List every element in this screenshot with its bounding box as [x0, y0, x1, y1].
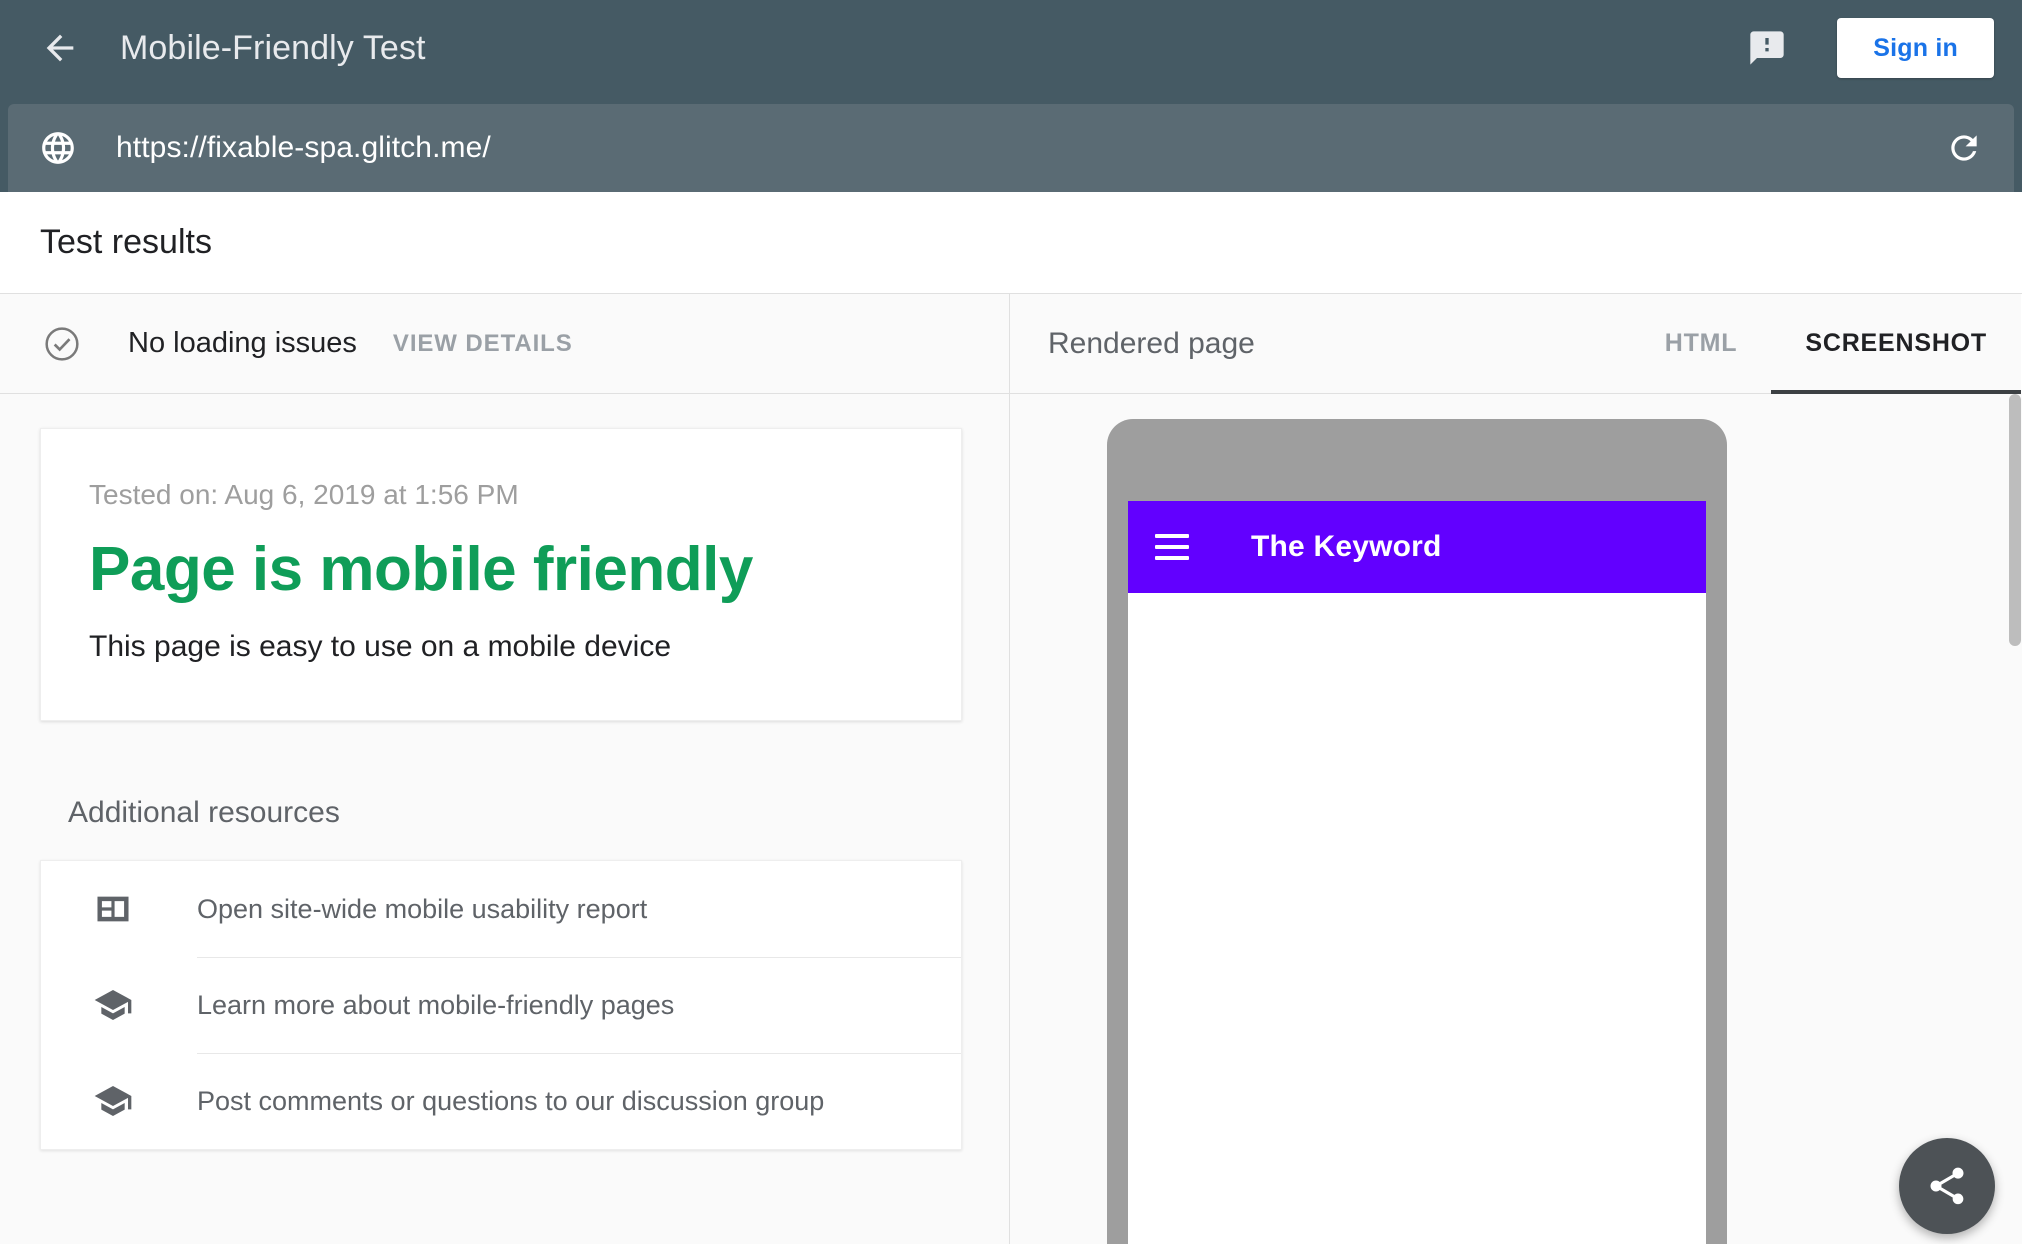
additional-resources-list: Open site-wide mobile usability report L… [40, 860, 962, 1150]
verdict-headline: Page is mobile friendly [89, 535, 753, 604]
phone-preview-area: The Keyword [1010, 394, 2021, 1244]
app-bar: Mobile-Friendly Test Sign in [0, 0, 2022, 96]
list-item-label: Learn more about mobile-friendly pages [197, 990, 675, 1020]
check-circle-icon [40, 322, 84, 366]
feedback-icon [1750, 31, 1784, 65]
sign-in-button[interactable]: Sign in [1837, 18, 1994, 78]
results-panel: No loading issues VIEW DETAILS Tested on… [0, 294, 1010, 1244]
verdict-subtext: This page is easy to use on a mobile dev… [89, 630, 671, 664]
rendered-page-label: Rendered page [1048, 326, 1255, 360]
list-item-label: Open site-wide mobile usability report [197, 893, 648, 924]
phone-frame: The Keyword [1107, 419, 1727, 1244]
tab-html[interactable]: HTML [1631, 294, 1772, 394]
share-icon [1930, 1167, 1964, 1205]
loading-status-row: No loading issues VIEW DETAILS [0, 294, 1009, 394]
list-item-label-wrap: Open site-wide mobile usability report [197, 861, 961, 957]
loading-status-label: No loading issues [128, 327, 357, 359]
list-item[interactable]: Post comments or questions to our discus… [41, 1053, 961, 1149]
preview-tabs-row: Rendered page HTML SCREENSHOT [1010, 294, 2021, 394]
list-item[interactable]: Open site-wide mobile usability report [41, 861, 961, 957]
phone-screen: The Keyword [1128, 501, 1706, 1244]
reload-icon [1951, 135, 1977, 161]
url-text[interactable]: https://fixable-spa.glitch.me/ [116, 131, 1942, 165]
globe-icon [36, 126, 80, 170]
page-title: Mobile-Friendly Test [120, 28, 426, 67]
list-item[interactable]: Learn more about mobile-friendly pages [41, 957, 961, 1053]
dashboard-report-icon [85, 890, 141, 928]
url-bar[interactable]: https://fixable-spa.glitch.me/ [8, 104, 2014, 192]
list-item-label-wrap: Post comments or questions to our discus… [197, 1053, 961, 1149]
view-details-link[interactable]: VIEW DETAILS [393, 330, 573, 358]
site-app-bar: The Keyword [1128, 501, 1706, 593]
list-item-label-wrap: Learn more about mobile-friendly pages [197, 957, 961, 1053]
list-item-label: Post comments or questions to our discus… [197, 1086, 825, 1116]
tested-on-timestamp: Tested on: Aug 6, 2019 at 1:56 PM [89, 479, 519, 510]
arrow-back-icon [46, 34, 74, 62]
test-results-title: Test results [40, 223, 212, 261]
feedback-button[interactable] [1739, 20, 1795, 76]
additional-resources-title: Additional resources [68, 796, 340, 829]
hamburger-menu-icon[interactable] [1155, 534, 1189, 560]
school-icon [85, 985, 141, 1025]
back-button[interactable] [28, 16, 92, 80]
share-fab-button[interactable] [1899, 1138, 1995, 1234]
url-bar-container: https://fixable-spa.glitch.me/ [0, 96, 2022, 192]
site-title: The Keyword [1251, 530, 1442, 563]
preview-scrollbar-track[interactable] [2008, 394, 2022, 1244]
tab-screenshot[interactable]: SCREENSHOT [1771, 294, 2021, 394]
body-container: No loading issues VIEW DETAILS Tested on… [0, 294, 2022, 1244]
result-card: Tested on: Aug 6, 2019 at 1:56 PM Page i… [40, 428, 962, 722]
preview-panel: Rendered page HTML SCREENSHOT The Keywor… [1010, 294, 2021, 1244]
preview-scrollbar-thumb[interactable] [2009, 394, 2021, 646]
forum-icon [85, 1081, 141, 1121]
test-results-header: Test results [0, 192, 2022, 294]
reload-button[interactable] [1942, 126, 1986, 170]
